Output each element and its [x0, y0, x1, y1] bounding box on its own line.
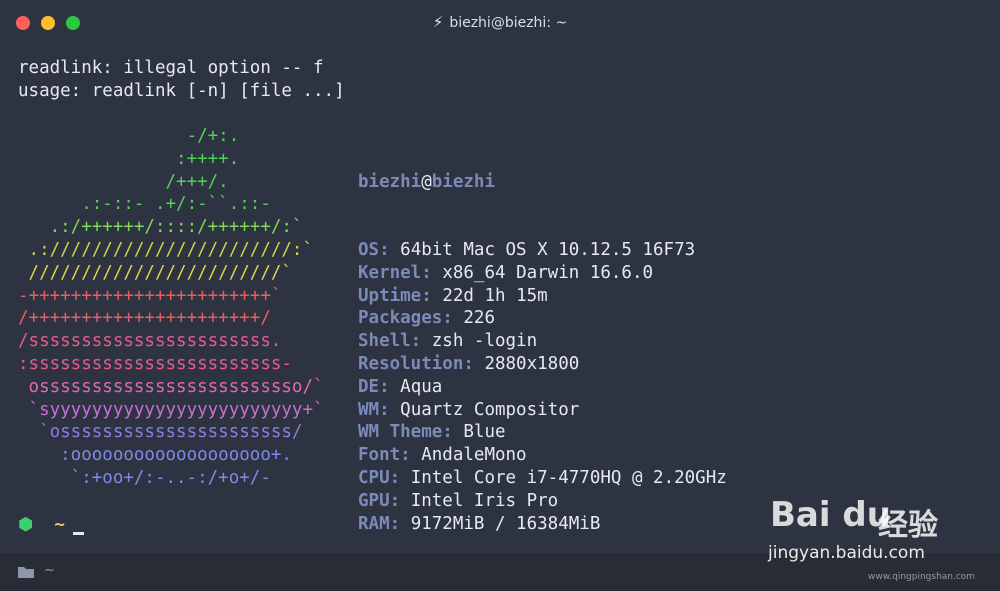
logo-line: -/+:.	[18, 126, 240, 146]
system-info: biezhi@biezhi OS: 64bit Mac OS X 10.12.5…	[358, 125, 727, 535]
logo-line: /++++++++++++++++++++++/	[18, 308, 271, 329]
logo-line: .:///////////////////////:`	[18, 239, 314, 260]
title-bar: ⚡ biezhi@biezhi: ~	[0, 0, 1000, 44]
logo-line: -+++++++++++++++++++++++`	[18, 285, 282, 306]
info-row: WM: Quartz Compositor	[358, 399, 727, 422]
info-value: x86_64 Darwin 16.6.0	[442, 262, 654, 283]
info-key: Kernel:	[358, 262, 432, 283]
logo-line: /sssssssssssssssssssssss.	[18, 331, 282, 352]
logo-line: :++++.	[18, 148, 240, 169]
info-value: 2880x1800	[484, 353, 580, 374]
prompt-hex-icon: ⬢	[18, 515, 34, 535]
logo-line: `:+oo+/:-..-:/+o+/-	[18, 467, 271, 488]
info-host: biezhi	[431, 171, 495, 192]
info-key: Uptime:	[358, 285, 432, 306]
info-row: Packages: 226	[358, 307, 727, 330]
logo-line: ////////////////////////`	[18, 262, 292, 283]
info-row: OS: 64bit Mac OS X 10.12.5 16F73	[358, 239, 727, 262]
info-key: Resolution:	[358, 353, 474, 374]
info-value: Intel Core i7-4770HQ @ 2.20GHz	[410, 467, 727, 488]
folder-icon[interactable]	[17, 565, 35, 579]
info-value: Blue	[463, 422, 506, 443]
info-key: RAM:	[358, 513, 401, 534]
error-output: readlink: illegal option -- f usage: read…	[18, 57, 345, 103]
info-row: DE: Aqua	[358, 376, 727, 399]
info-key: OS:	[358, 239, 390, 260]
info-row: Kernel: x86_64 Darwin 16.6.0	[358, 262, 727, 285]
watermark-brand-cn: 经验	[878, 508, 938, 543]
info-value: zsh -login	[431, 331, 538, 352]
info-row: WM Theme: Blue	[358, 421, 727, 444]
info-value: AndaleMono	[421, 445, 527, 466]
info-value: 226	[463, 308, 495, 329]
info-key: WM Theme:	[358, 422, 453, 443]
window-title-text: biezhi@biezhi: ~	[449, 15, 568, 31]
terminal-window: ⚡ biezhi@biezhi: ~ readlink: illegal opti…	[0, 0, 1000, 591]
info-value: 64bit Mac OS X 10.12.5 16F73	[400, 239, 696, 260]
info-key: WM:	[358, 399, 390, 420]
info-at: @	[421, 171, 432, 192]
info-value: Aqua	[400, 376, 443, 397]
logo-line: :ssssssssssssssssssssssss-	[18, 353, 292, 374]
ascii-logo: -/+:. :++++. /+++/. .:-::- .+/:-``.::- .…	[18, 125, 324, 490]
info-row: Font: AndaleMono	[358, 444, 727, 467]
logo-line: `syyyyyyyyyyyyyyyyyyyyyyyy+`	[18, 399, 324, 420]
logo-line: .:/++++++/::::/++++++/:`	[18, 217, 303, 238]
window-title: ⚡ biezhi@biezhi: ~	[0, 12, 1000, 33]
info-user: biezhi	[358, 171, 422, 192]
error-line: readlink: illegal option -- f	[18, 58, 324, 78]
logo-line: osssssssssssssssssssssssso/`	[18, 376, 324, 397]
info-key: Packages:	[358, 308, 453, 329]
info-key: CPU:	[358, 467, 401, 488]
watermark-small: www.qingpingshan.com	[868, 572, 976, 582]
watermark-url: jingyan.baidu.com	[768, 543, 925, 563]
user-host-line: biezhi@biezhi	[358, 171, 727, 194]
info-row: Uptime: 22d 1h 15m	[358, 285, 727, 308]
info-key: GPU:	[358, 490, 401, 511]
logo-line: .:-::- .+/:-``.::-	[18, 194, 271, 215]
info-row: Shell: zsh -login	[358, 330, 727, 353]
info-value: 9172MiB / 16384MiB	[410, 513, 601, 534]
info-row: GPU: Intel Iris Pro	[358, 490, 727, 513]
lightning-icon: ⚡	[432, 13, 444, 31]
info-value: 22d 1h 15m	[442, 285, 548, 306]
info-key: Font:	[358, 445, 411, 466]
status-path: ~	[44, 563, 55, 578]
prompt-dir: ~	[54, 515, 65, 535]
shell-prompt[interactable]: ⬢ ~	[18, 514, 84, 537]
info-value: Intel Iris Pro	[410, 490, 559, 511]
logo-line: /+++/.	[18, 171, 229, 192]
info-row: Resolution: 2880x1800	[358, 353, 727, 376]
logo-line: :ooooooooooooooooooo+.	[18, 445, 292, 466]
info-row: CPU: Intel Core i7-4770HQ @ 2.20GHz	[358, 467, 727, 490]
logo-line: `ossssssssssssssssssssss/	[18, 422, 303, 443]
info-row: RAM: 9172MiB / 16384MiB	[358, 513, 727, 536]
usage-line: usage: readlink [-n] [file ...]	[18, 80, 345, 101]
info-key: Shell:	[358, 331, 422, 352]
text-cursor	[72, 532, 84, 535]
watermark-brand: Bai du	[770, 495, 891, 535]
info-key: DE:	[358, 376, 390, 397]
info-value: Quartz Compositor	[400, 399, 580, 420]
